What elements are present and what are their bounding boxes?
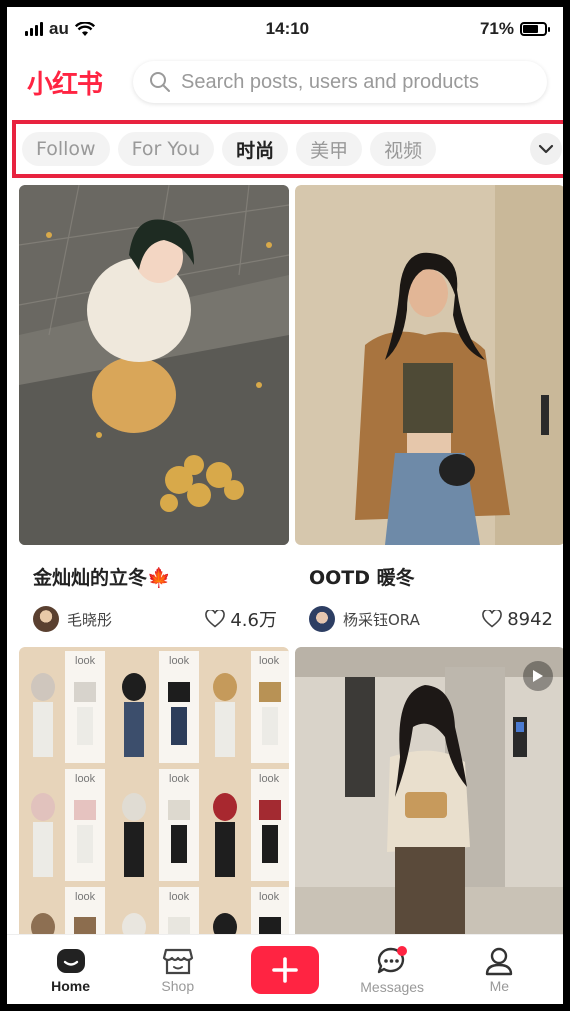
home-icon [56, 948, 85, 973]
nav-shop-label: Shop [161, 977, 195, 994]
search-bar[interactable]: Search posts, users and products [133, 61, 547, 103]
tab-for-you[interactable]: For You [117, 132, 215, 166]
video-play-icon [523, 661, 553, 691]
category-tabs: Follow For You 时尚 美甲 视频 [12, 120, 563, 178]
look-label: look [259, 891, 280, 903]
feed-card[interactable]: 金灿灿的立冬🍁 毛晓彤 4.6万 [19, 185, 289, 632]
battery-percent: 71% [479, 19, 514, 38]
battery-icon [519, 22, 550, 36]
nav-create[interactable] [240, 945, 330, 994]
tab-nails[interactable]: 美甲 [296, 132, 363, 166]
author-name[interactable]: 毛晓彤 [67, 609, 205, 630]
nav-home[interactable]: Home [26, 946, 116, 994]
feed-card[interactable]: look look look look look look look look … [19, 647, 289, 957]
shop-icon [162, 948, 193, 974]
post-title: 金灿灿的立冬🍁 [33, 567, 171, 589]
clock: 14:10 [265, 19, 310, 38]
nav-me[interactable]: Me [454, 946, 544, 994]
app-header: 小红书 Search posts, users and products [7, 51, 563, 113]
heart-icon [205, 610, 226, 628]
tab-video[interactable]: 视频 [370, 132, 437, 166]
look-label: look [259, 773, 280, 785]
phone-screen: au 14:10 71% 小红书 Search posts, users and… [0, 0, 570, 1011]
tab-fashion[interactable]: 时尚 [222, 132, 289, 166]
nav-shop[interactable]: Shop [133, 946, 223, 994]
like-button[interactable]: 4.6万 [205, 606, 277, 632]
look-label: look [75, 655, 96, 667]
bottom-navigation: Home Shop Messages Me [7, 934, 563, 1004]
nav-home-label: Home [51, 977, 91, 994]
search-icon [150, 72, 170, 92]
look-label: look [75, 773, 96, 785]
messages-icon [377, 945, 408, 973]
author-name[interactable]: 杨采钰ORA [343, 609, 482, 630]
feed-card[interactable]: OOTD 暖冬 杨采钰ORA 8942 [295, 185, 563, 632]
create-post-button[interactable] [250, 945, 319, 994]
avatar[interactable] [309, 606, 335, 632]
expand-tabs-button[interactable] [530, 133, 562, 165]
app-logo[interactable]: 小红书 [27, 64, 127, 101]
like-count: 4.6万 [230, 610, 277, 631]
look-label: look [169, 891, 190, 903]
chevron-down-icon [538, 144, 554, 154]
status-bar: au 14:10 71% [7, 7, 563, 51]
post-image: look look look look look look look look … [19, 647, 289, 957]
post-image [295, 647, 563, 957]
like-button[interactable]: 8942 [482, 609, 553, 630]
look-label: look [169, 655, 190, 667]
carrier-label: au [49, 19, 69, 38]
look-label: look [75, 891, 96, 903]
profile-icon [486, 947, 513, 975]
post-image [295, 185, 563, 545]
wifi-icon [74, 21, 95, 36]
feed-card[interactable] [295, 647, 563, 957]
look-label: look [169, 773, 190, 785]
tab-follow[interactable]: Follow [22, 132, 110, 166]
nav-me-label: Me [489, 977, 510, 994]
signal-icon [25, 22, 43, 36]
post-meta: 毛晓彤 4.6万 [33, 606, 277, 632]
heart-icon [482, 610, 502, 628]
avatar[interactable] [33, 606, 59, 632]
post-meta: 杨采钰ORA 8942 [309, 606, 553, 632]
maple-leaf-icon: 🍁 [147, 567, 171, 589]
like-count: 8942 [507, 608, 553, 630]
post-image [19, 185, 289, 545]
search-placeholder: Search posts, users and products [181, 70, 479, 93]
nav-messages-label: Messages [360, 978, 425, 995]
post-title: OOTD 暖冬 [309, 567, 415, 589]
look-label: look [259, 655, 280, 667]
nav-messages[interactable]: Messages [347, 945, 437, 995]
plus-icon [272, 956, 298, 983]
